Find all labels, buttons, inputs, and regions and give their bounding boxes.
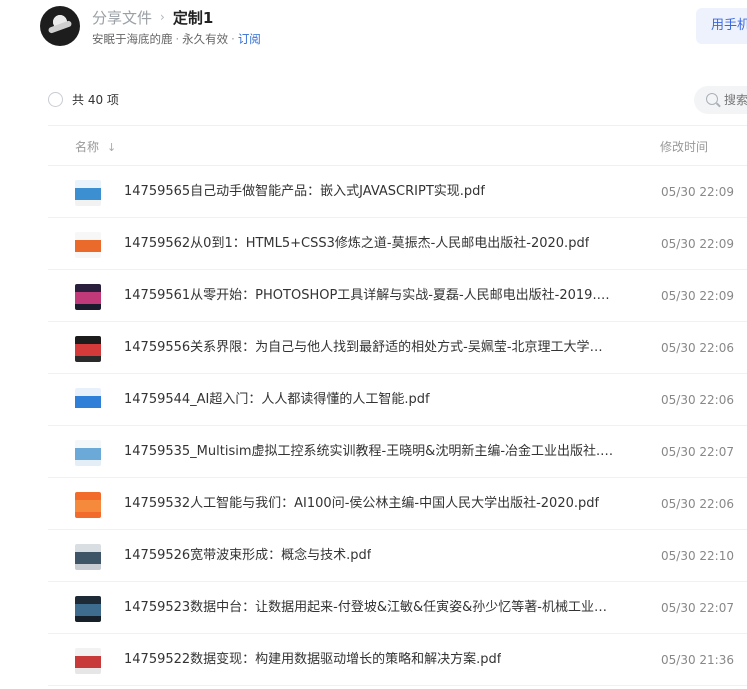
search-input[interactable] <box>724 86 747 114</box>
page-title: 定制1 <box>172 8 214 27</box>
file-name[interactable]: 14759544_AI超入门：人人都读得懂的人工智能.pdf <box>124 374 430 426</box>
file-modified-time: 05/30 22:10 <box>661 549 734 563</box>
file-name[interactable]: 14759523数据中台：让数据用起来-付登坡&江敏&任寅姿&孙少忆等著-机械工… <box>124 582 614 634</box>
open-on-phone-button[interactable]: 用手机 <box>696 8 747 44</box>
search-icon <box>706 93 718 105</box>
subscribe-link[interactable]: 订阅 <box>238 32 261 46</box>
file-modified-time: 05/30 21:36 <box>661 653 734 667</box>
file-modified-time: 05/30 22:09 <box>661 289 734 303</box>
file-name[interactable]: 14759561从零开始：PHOTOSHOP工具详解与实战-夏磊-人民邮电出版社… <box>124 270 614 322</box>
search-box[interactable] <box>694 86 747 114</box>
file-row[interactable]: 14759532人工智能与我们：AI100问-侯公林主编-中国人民大学出版社-2… <box>48 478 747 530</box>
file-name[interactable]: 14759565自己动手做智能产品：嵌入式JAVASCRIPT实现.pdf <box>124 166 485 218</box>
file-row[interactable]: 14759565自己动手做智能产品：嵌入式JAVASCRIPT实现.pdf 05/… <box>48 166 747 218</box>
meta-separator-dot: · <box>175 32 180 46</box>
share-header: 分享文件 › 定制1 安眠于海底的鹿 · 永久有效 · 订阅 用手机 <box>0 0 747 60</box>
file-modified-time: 05/30 22:09 <box>661 185 734 199</box>
item-count: 共 40 项 <box>72 93 119 107</box>
file-row[interactable]: 14759526宽带波束形成：概念与技术.pdf 05/30 22:10 <box>48 530 747 582</box>
file-row[interactable]: 14759562从0到1：HTML5+CSS3修炼之道-莫振杰-人民邮电出版社-… <box>48 218 747 270</box>
file-thumbnail-icon <box>75 544 101 570</box>
file-thumbnail-icon <box>75 284 101 310</box>
file-name[interactable]: 14759562从0到1：HTML5+CSS3修炼之道-莫振杰-人民邮电出版社-… <box>124 218 589 270</box>
file-name[interactable]: 14759526宽带波束形成：概念与技术.pdf <box>124 530 371 582</box>
file-name[interactable]: 14759556关系界限：为自己与他人找到最舒适的相处方式-吴姵莹-北京理工大学… <box>124 322 614 374</box>
avatar[interactable] <box>40 6 80 46</box>
sharer-name: 安眠于海底的鹿 <box>92 32 173 46</box>
file-modified-time: 05/30 22:07 <box>661 445 734 459</box>
file-thumbnail-icon <box>75 388 101 414</box>
file-modified-time: 05/30 22:06 <box>661 341 734 355</box>
file-row[interactable]: 14759556关系界限：为自己与他人找到最舒适的相处方式-吴姵莹-北京理工大学… <box>48 322 747 374</box>
file-row[interactable]: 14759544_AI超入门：人人都读得懂的人工智能.pdf 05/30 22:0… <box>48 374 747 426</box>
file-thumbnail-icon <box>75 596 101 622</box>
file-row[interactable]: 14759535_Multisim虚拟工控系统实训教程-王晓明&沈明新主编-冶金… <box>48 426 747 478</box>
chevron-right-icon: › <box>160 10 165 24</box>
file-thumbnail-icon <box>75 336 101 362</box>
file-modified-time: 05/30 22:09 <box>661 237 734 251</box>
file-row[interactable]: 14759561从零开始：PHOTOSHOP工具详解与实战-夏磊-人民邮电出版社… <box>48 270 747 322</box>
select-all-checkbox[interactable] <box>48 92 63 107</box>
file-thumbnail-icon <box>75 492 101 518</box>
file-thumbnail-icon <box>75 440 101 466</box>
column-header-name-label: 名称 <box>75 140 100 154</box>
file-thumbnail-icon <box>75 180 101 206</box>
validity-text: 永久有效 <box>182 32 229 46</box>
file-name[interactable]: 14759522数据变现：构建用数据驱动增长的策略和解决方案.pdf <box>124 634 501 686</box>
file-thumbnail-icon <box>75 648 101 674</box>
breadcrumb-parent-link[interactable]: 分享文件 <box>92 7 152 28</box>
file-name[interactable]: 14759532人工智能与我们：AI100问-侯公林主编-中国人民大学出版社-2… <box>124 478 599 530</box>
column-header-modified[interactable]: 修改时间 <box>660 138 708 155</box>
file-row[interactable]: 14759522数据变现：构建用数据驱动增长的策略和解决方案.pdf 05/30 … <box>48 634 747 686</box>
breadcrumb: 分享文件 › 定制1 <box>92 6 213 28</box>
column-header-name[interactable]: 名称 ↓ <box>75 138 116 155</box>
file-modified-time: 05/30 22:06 <box>661 497 734 511</box>
meta-separator-dot: · <box>231 32 235 46</box>
share-meta: 安眠于海底的鹿 · 永久有效 · 订阅 <box>92 31 261 47</box>
file-name[interactable]: 14759535_Multisim虚拟工控系统实训教程-王晓明&沈明新主编-冶金… <box>124 426 614 478</box>
list-toolbar: 共 40 项 <box>0 84 747 116</box>
file-modified-time: 05/30 22:06 <box>661 393 734 407</box>
sort-down-arrow-icon[interactable]: ↓ <box>107 141 116 154</box>
file-modified-time: 05/30 22:07 <box>661 601 734 615</box>
table-header: 名称 ↓ 修改时间 <box>0 126 747 164</box>
file-thumbnail-icon <box>75 232 101 258</box>
file-row[interactable]: 14759523数据中台：让数据用起来-付登坡&江敏&任寅姿&孙少忆等著-机械工… <box>48 582 747 634</box>
